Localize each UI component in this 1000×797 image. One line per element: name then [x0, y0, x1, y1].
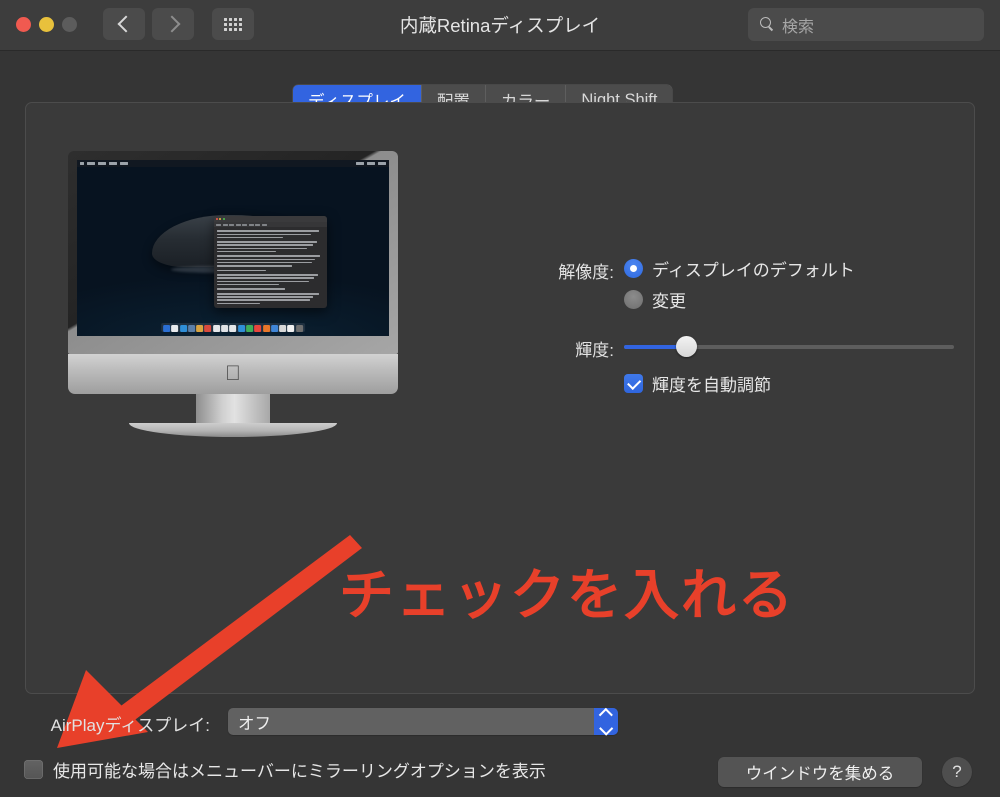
auto-brightness-label: 輝度を自動調節 — [652, 376, 771, 395]
resolution-option-default[interactable]: ディスプレイのデフォルト — [624, 256, 855, 281]
mirroring-label: 使用可能な場合はメニューバーにミラーリングオプションを表示 — [53, 762, 546, 781]
airplay-display-label: AirPlayディスプレイ: — [50, 716, 210, 735]
checkbox-unchecked-icon[interactable] — [24, 760, 43, 779]
title-bar: 内蔵Retinaディスプレイ 検索 — [0, 0, 1000, 51]
chevron-up-icon — [599, 707, 613, 722]
brightness-label: 輝度: — [575, 341, 614, 360]
resolution-label: 解像度: — [558, 263, 614, 282]
gather-windows-button[interactable]: ウインドウを集める — [718, 757, 922, 787]
search-input[interactable]: 検索 — [782, 13, 814, 37]
resolution-option-scaled-label: 変更 — [652, 292, 686, 311]
preview-close-dot — [216, 218, 219, 221]
imac-chin:  — [68, 354, 398, 394]
preview-minimize-dot — [219, 218, 222, 221]
resolution-option-default-label: ディスプレイのデフォルト — [652, 261, 855, 280]
search-icon — [760, 17, 775, 32]
help-button[interactable]: ? — [942, 757, 972, 787]
auto-brightness-checkbox-row[interactable]: 輝度を自動調節 — [624, 371, 771, 396]
preview-window-body — [214, 227, 326, 305]
checkbox-checked-icon[interactable] — [624, 374, 643, 393]
preview-text-window — [214, 216, 327, 308]
annotation-text: チェックを入れる — [339, 564, 796, 626]
imac-screen — [77, 160, 389, 336]
slider-knob[interactable] — [676, 336, 698, 357]
select-stepper-icon[interactable] — [594, 707, 618, 736]
system-preferences-window: 内蔵Retinaディスプレイ 検索 ディスプレイ 配置 カラー Night Sh… — [0, 0, 1000, 797]
apple-logo-icon:  — [225, 363, 241, 384]
preview-zoom-dot — [222, 218, 225, 221]
imac-stand-foot — [129, 423, 337, 437]
display-settings-panel:  解像度: ディスプレイのデフォルト 変更 輝度: 輝度を自動調節 — [25, 102, 975, 694]
chevron-down-icon — [599, 721, 613, 736]
preview-menu-left — [80, 162, 128, 165]
radio-unselected-icon[interactable] — [624, 290, 643, 309]
resolution-option-scaled[interactable]: 変更 — [624, 287, 686, 312]
mirroring-checkbox-row[interactable]: 使用可能な場合はメニューバーにミラーリングオプションを表示 — [24, 757, 546, 782]
radio-selected-icon[interactable] — [624, 259, 643, 278]
brightness-slider[interactable] — [624, 336, 954, 358]
search-field[interactable]: 検索 — [748, 8, 984, 41]
preview-dock — [161, 323, 305, 332]
airplay-display-select[interactable]: オフ — [228, 707, 618, 736]
checkmark-icon — [626, 375, 641, 390]
display-preview-image:  — [68, 151, 398, 441]
preview-menu-right — [356, 162, 386, 165]
airplay-display-value: オフ — [238, 714, 271, 733]
preview-menu-bar — [77, 160, 389, 167]
